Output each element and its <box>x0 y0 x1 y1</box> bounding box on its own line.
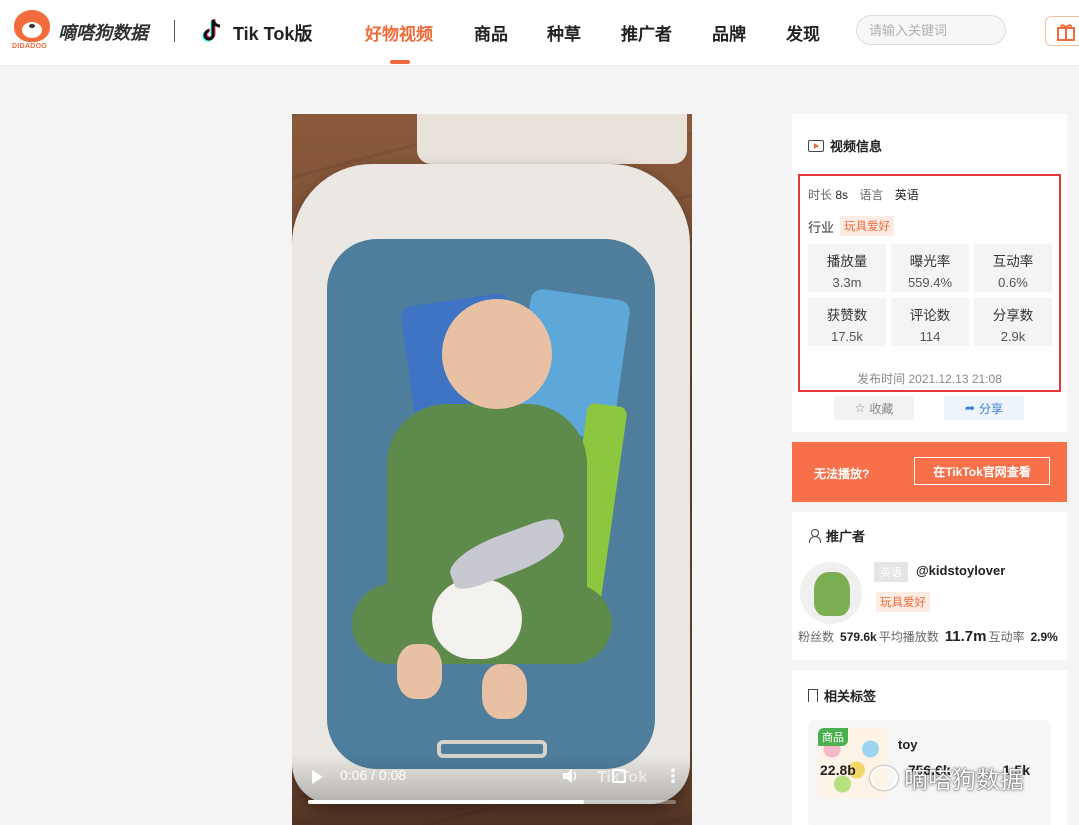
promoter-title: 推广者 <box>808 526 865 545</box>
stat-comments: 评论数 114 <box>891 298 969 346</box>
video-info-highlight: 时长 8s 语言 英语 行业 玩具爱好 播放量 3.3m 曝光率 559.4% 互动… <box>798 174 1061 392</box>
didadog-watermark: 嘀嗒狗数据 <box>870 760 1024 795</box>
video-actions: ☆ 收藏 ➦ 分享 <box>834 396 1024 420</box>
video-scene-bathtub <box>292 164 690 804</box>
more-options-icon[interactable]: ⋮ <box>664 767 682 785</box>
brand-name[interactable]: 嘀嗒狗数据 <box>58 19 148 45</box>
promoter-handle[interactable]: @kidstoylover <box>916 563 1005 578</box>
star-icon: ☆ <box>854 401 866 415</box>
nav-good-videos[interactable]: 好物视频 <box>365 20 433 45</box>
gift-button[interactable] <box>1045 16 1079 46</box>
tiktok-icon <box>202 19 221 42</box>
stat-likes: 获赞数 17.5k <box>808 298 886 346</box>
stat-shares: 分享数 2.9k <box>974 298 1052 346</box>
platform-label: Tik Tok版 <box>233 24 313 44</box>
stat-exposure-rate: 曝光率 559.4% <box>891 244 969 292</box>
nav-brands[interactable]: 品牌 <box>712 20 746 45</box>
video-scene-nightstand <box>417 114 687 164</box>
view-on-tiktok-button[interactable]: 在TikTok官网查看 <box>914 457 1050 485</box>
video-controls: 0:06 / 0:08 TikTok ⋮ <box>292 754 692 825</box>
header-divider <box>174 20 175 42</box>
promoter-avg-plays: 11.7m <box>944 628 987 645</box>
cannot-play-text: 无法播放? <box>814 467 870 481</box>
related-tags-card: 相关标签 商品 toy 22.8b 756.6k 1.5k <box>792 670 1067 825</box>
video-meta: 时长 8s 语言 英语 <box>808 188 919 202</box>
video-stats-grid: 播放量 3.3m 曝光率 559.4% 互动率 0.6% 获赞数 17.5k 评论数 11… <box>808 244 1053 346</box>
video-duration: 8s <box>835 188 849 202</box>
promoter-stats: 粉丝数 579.6k 平均播放数 11.7m 互动率 2.9% <box>798 628 1058 645</box>
video-info-card: 视频信息 时长 8s 语言 英语 行业 玩具爱好 播放量 3.3m 曝光率 559.… <box>792 114 1067 432</box>
tag-name: toy <box>898 737 918 752</box>
logo-subtitle: DIDADOG <box>12 43 48 50</box>
industry-tag[interactable]: 玩具爱好 <box>840 216 895 236</box>
video-language: 英语 <box>894 188 919 202</box>
play-icon[interactable] <box>312 770 323 784</box>
wechat-icon <box>870 765 898 790</box>
nav-products[interactable]: 商品 <box>474 20 508 45</box>
nav-discover[interactable]: 发现 <box>786 20 820 45</box>
active-nav-indicator <box>390 60 410 64</box>
gift-icon <box>1057 24 1075 41</box>
promoter-engagement: 2.9% <box>1030 630 1058 644</box>
publish-time: 发布时间 2021.12.13 21:08 <box>857 372 1002 386</box>
promoter-language-badge: 英语 <box>874 562 908 582</box>
share-icon: ➦ <box>964 401 976 415</box>
goods-badge: 商品 <box>818 728 848 746</box>
industry-row: 行业 玩具爱好 <box>808 216 895 236</box>
bookmark-icon <box>808 689 818 702</box>
search-input[interactable] <box>856 15 1006 45</box>
cannot-play-banner: 无法播放? 在TikTok官网查看 <box>792 442 1067 502</box>
person-icon <box>808 529 821 543</box>
share-button[interactable]: ➦ 分享 <box>944 396 1024 420</box>
shiba-logo-icon <box>14 10 50 42</box>
video-icon <box>808 139 824 152</box>
related-tags-title: 相关标签 <box>808 686 876 705</box>
volume-icon[interactable] <box>562 768 580 784</box>
nav-seeding[interactable]: 种草 <box>547 20 581 45</box>
promoter-card: 推广者 英语 @kidstoylover 玩具爱好 粉丝数 579.6k 平均播放… <box>792 512 1067 660</box>
stat-plays: 播放量 3.3m <box>808 244 886 292</box>
video-progress-bar[interactable] <box>308 800 676 804</box>
favorite-button[interactable]: ☆ 收藏 <box>834 396 914 420</box>
promoter-fans: 579.6k <box>840 630 877 644</box>
stat-engagement-rate: 互动率 0.6% <box>974 244 1052 292</box>
dinosaur-avatar-icon <box>814 572 850 616</box>
promoter-category-tag[interactable]: 玩具爱好 <box>876 592 930 612</box>
promoter-avatar[interactable] <box>800 562 862 624</box>
video-progress-fill <box>308 800 584 804</box>
video-time: 0:06 / 0:08 <box>340 767 407 783</box>
fullscreen-icon[interactable] <box>612 769 626 783</box>
video-player[interactable]: 0:06 / 0:08 TikTok ⋮ <box>292 114 692 825</box>
nav-promoters[interactable]: 推广者 <box>621 20 672 45</box>
top-header: DIDADOG 嘀嗒狗数据 Tik Tok版 好物视频 商品 种草 推广者 品牌… <box>0 0 1079 66</box>
video-info-title: 视频信息 <box>808 136 882 155</box>
didadog-logo[interactable]: DIDADOG <box>12 10 54 52</box>
